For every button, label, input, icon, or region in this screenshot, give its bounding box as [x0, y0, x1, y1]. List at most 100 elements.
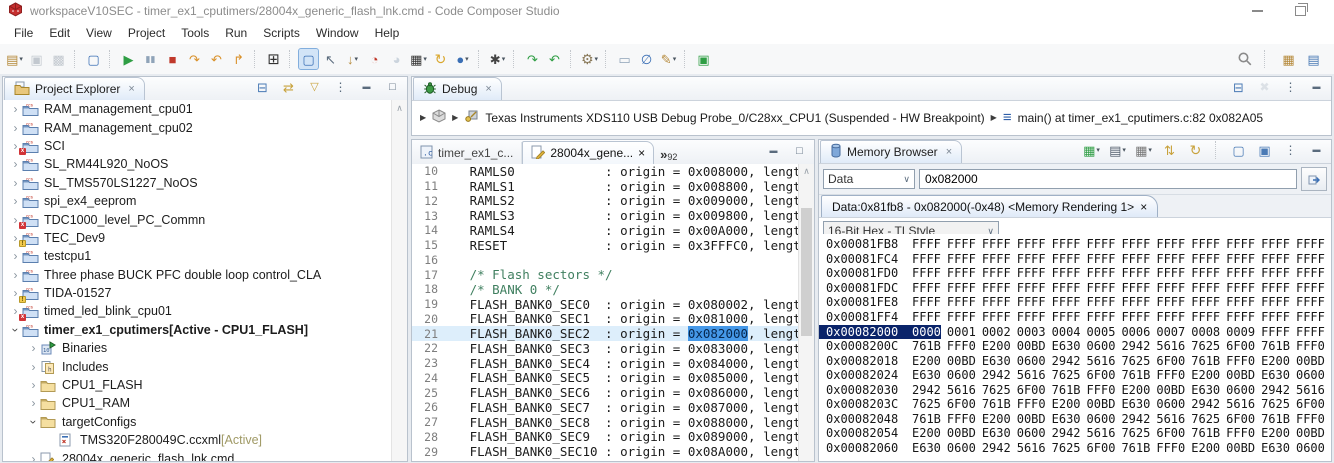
asm-step-into-icon[interactable]: ↷ [523, 49, 542, 69]
memory-row-0x00081FDC[interactable]: 0x00081FDCFFFFFFFFFFFFFFFFFFFFFFFFFFFFFF… [819, 281, 1331, 296]
code-line-27[interactable]: 27 FLASH_BANK0_SEC8 : origin = 0x088000,… [412, 415, 799, 430]
memory-row-0x00082054[interactable]: 0x00082054E20000BDE63006002942561676256F… [819, 426, 1331, 441]
memory-value[interactable]: FFFF [982, 252, 1011, 266]
debug-frame-label[interactable]: main() at timer_ex1_cputimers.c:82 0x082… [1018, 111, 1263, 125]
memory-value[interactable]: 6F00 [1296, 397, 1325, 411]
remove-terminated-icon[interactable]: ∅ [637, 49, 656, 69]
memory-value[interactable]: 0600 [1226, 383, 1255, 397]
code-line-13[interactable]: 13 RAMLS3 : origin = 0x009800, length [412, 208, 799, 223]
memory-value[interactable]: 6F00 [1226, 339, 1255, 353]
memory-value[interactable]: FFFF [912, 252, 941, 266]
memory-value[interactable]: FFFF [1296, 266, 1325, 280]
memory-value[interactable]: 761B [1191, 354, 1220, 368]
memory-address-input[interactable] [919, 169, 1297, 189]
memory-value[interactable]: 2942 [1121, 412, 1150, 426]
memory-value[interactable]: FFFF [1052, 252, 1081, 266]
memory-value[interactable]: 0006 [1121, 325, 1150, 339]
tree-item-cpu1-flash[interactable]: ›CPU1_FLASH [3, 376, 407, 394]
memory-value[interactable]: FFFF [1121, 281, 1150, 295]
memory-value[interactable]: FFFF [1156, 266, 1185, 280]
tree-item-sci[interactable]: ›ccsxSCI [3, 137, 407, 155]
memory-value[interactable]: 0007 [1156, 325, 1185, 339]
memory-value[interactable]: FFFF [1261, 325, 1290, 339]
memory-value[interactable]: E200 [1121, 383, 1150, 397]
memory-address[interactable]: 0x00081FF4 [819, 310, 912, 324]
code-editor[interactable]: 10 RAMLS0 : origin = 0x008000, length11 … [412, 164, 799, 461]
memory-value[interactable]: FFFF [912, 281, 941, 295]
menu-project[interactable]: Project [120, 24, 173, 42]
memory-value[interactable]: 7625 [1191, 339, 1220, 353]
tree-item-binaries[interactable]: ›10Binaries [3, 339, 407, 357]
memory-value[interactable]: 6F00 [1156, 354, 1185, 368]
memory-value[interactable]: FFFF [1052, 310, 1081, 324]
memory-value[interactable]: 5616 [1156, 339, 1185, 353]
debug-probe-label[interactable]: Texas Instruments XDS110 USB Debug Probe… [485, 111, 984, 125]
memory-value[interactable]: E630 [1052, 412, 1081, 426]
memory-value[interactable]: 0600 [1296, 441, 1325, 455]
memory-address[interactable]: 0x00081FD0 [819, 266, 912, 280]
dropdown-arrow-icon[interactable]: ▾ [1096, 146, 1100, 154]
search-icon[interactable] [1237, 51, 1253, 67]
memory-value[interactable]: 00BD [1017, 412, 1046, 426]
new-target-config-icon[interactable]: ▣ [694, 49, 713, 69]
scroll-up-icon[interactable]: ∧ [396, 103, 403, 113]
breakpoint-icon[interactable]: ✱▾ [488, 49, 507, 69]
memory-value[interactable]: 6F00 [1156, 426, 1185, 440]
menu-run[interactable]: Run [217, 24, 255, 42]
memory-value[interactable]: 761B [1052, 383, 1081, 397]
memory-row-0x00081FF4[interactable]: 0x00081FF4FFFFFFFFFFFFFFFFFFFFFFFFFFFFFF… [819, 310, 1331, 325]
dropdown-arrow-icon[interactable]: ▾ [465, 55, 469, 63]
tree-item-tms320f280049c-ccxml[interactable]: TMS320F280049C.ccxml [Active] [3, 431, 407, 449]
tree-item-includes[interactable]: ›hIncludes [3, 357, 407, 375]
memory-value[interactable]: FFFF [982, 295, 1011, 309]
pin-trace-icon[interactable]: ✎▾ [659, 49, 678, 69]
collapse-stack-icon[interactable]: ⊟ [1229, 77, 1248, 97]
memory-value[interactable]: FFF0 [1296, 339, 1325, 353]
memory-value[interactable]: E630 [1121, 397, 1150, 411]
memory-value[interactable]: FFFF [1052, 237, 1081, 251]
memory-value[interactable]: 761B [912, 339, 941, 353]
editor-tab-overflow[interactable]: » 92 [654, 145, 683, 164]
memory-value[interactable]: 6F00 [1087, 441, 1116, 455]
memory-value[interactable]: FFFF [1261, 266, 1290, 280]
memory-value[interactable]: FFFF [1226, 295, 1255, 309]
memory-value[interactable]: FFFF [947, 237, 976, 251]
tree-item-ram-management-cpu02[interactable]: ›ccsRAM_management_cpu02 [3, 118, 407, 136]
view-menu-icon[interactable]: ⋮ [331, 77, 350, 97]
code-line-24[interactable]: 24 FLASH_BANK0_SEC5 : origin = 0x085000,… [412, 371, 799, 386]
memory-value[interactable]: FFFF [1017, 252, 1046, 266]
code-line-26[interactable]: 26 FLASH_BANK0_SEC7 : origin = 0x087000,… [412, 400, 799, 415]
memory-value[interactable]: FFFF [1191, 295, 1220, 309]
tab-timer-ex1-c[interactable]: .c timer_ex1_c... [412, 142, 522, 164]
explorer-scrollbar[interactable]: ∧ [391, 100, 407, 461]
tree-item-tdc1000-level-pc-commn[interactable]: ›ccsxTDC1000_level_PC_Commn [3, 210, 407, 228]
expand-chevron-icon[interactable]: › [9, 102, 22, 116]
memory-value[interactable]: FFFF [1121, 295, 1150, 309]
scrollbar-thumb[interactable] [801, 208, 812, 336]
memory-row-0x00081FB8[interactable]: 0x00081FB8FFFFFFFFFFFFFFFFFFFFFFFFFFFFFF… [819, 237, 1331, 252]
tab-project-explorer[interactable]: Project Explorer × [4, 77, 145, 100]
memory-value[interactable]: FFFF [1017, 237, 1046, 251]
memory-address[interactable]: 0x00081FDC [819, 281, 912, 295]
memory-value[interactable]: E200 [1191, 441, 1220, 455]
dropdown-arrow-icon[interactable]: ▾ [673, 55, 677, 63]
memory-value[interactable]: E200 [982, 412, 1011, 426]
code-line-11[interactable]: 11 RAMLS1 : origin = 0x008800, length [412, 179, 799, 194]
memory-value[interactable]: 2942 [982, 368, 1011, 382]
memory-value[interactable]: FFFF [1226, 281, 1255, 295]
memory-value[interactable]: 00BD [1226, 368, 1255, 382]
memory-value[interactable]: E630 [1261, 441, 1290, 455]
expand-chevron-icon[interactable]: › [9, 121, 22, 135]
memory-address[interactable]: 0x0008200C [819, 339, 912, 353]
memory-value[interactable]: FFFF [1052, 295, 1081, 309]
minimize-editor-icon[interactable]: ▬ [764, 141, 783, 161]
tree-item-testcpu1[interactable]: ›ccstestcpu1 [3, 247, 407, 265]
memory-space-select[interactable]: Data ∨ [823, 169, 915, 189]
memory-value[interactable]: FFF0 [1156, 441, 1185, 455]
memory-value[interactable]: 7625 [1052, 441, 1081, 455]
memory-value[interactable]: E200 [1052, 397, 1081, 411]
open-perspective-icon[interactable]: ▦ [1279, 49, 1298, 69]
filter-icon[interactable]: ▽ [305, 77, 324, 97]
expand-arrow-icon[interactable]: ▶ [991, 113, 997, 122]
memory-address[interactable]: 0x00081FE8 [819, 295, 912, 309]
